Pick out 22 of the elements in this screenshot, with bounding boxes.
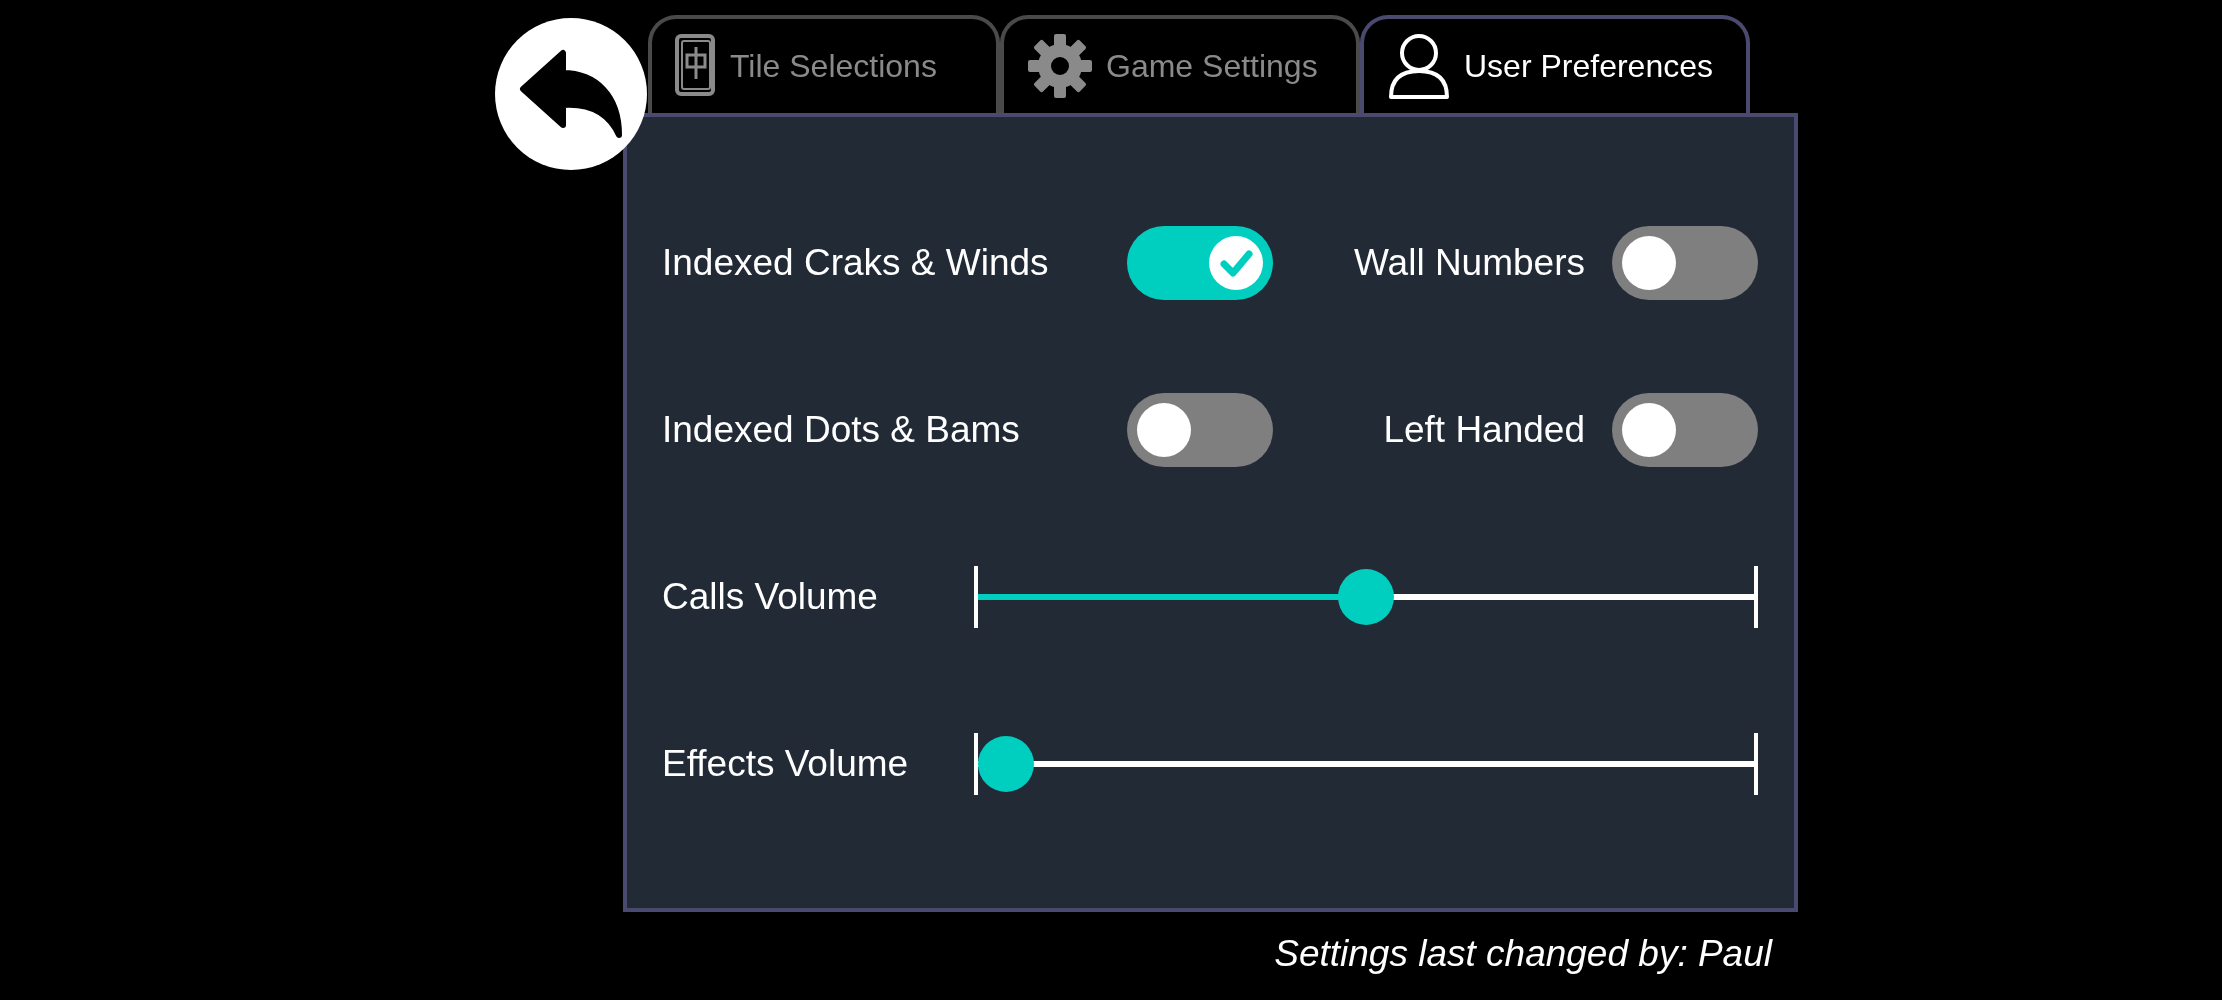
toggle-knob — [1137, 403, 1191, 457]
setting-label: Calls Volume — [662, 575, 879, 620]
toggle-knob — [1622, 403, 1676, 457]
tile-icon — [674, 33, 718, 99]
volume-slider[interactable] — [974, 733, 1758, 795]
setting-label: Wall Numbers — [1354, 241, 1585, 286]
tab[interactable]: Tile Selections — [648, 15, 1000, 113]
toggle-knob — [1622, 236, 1676, 290]
check-icon — [1209, 236, 1263, 290]
setting-label: Left Handed — [1383, 408, 1585, 453]
slider-thumb[interactable] — [978, 736, 1034, 792]
gear-icon — [1026, 32, 1094, 100]
setting-label: Indexed Dots & Bams — [662, 408, 1020, 453]
footer-text: Settings last changed by: Paul — [1274, 932, 1772, 976]
setting-label: Indexed Craks & Winds — [662, 241, 1049, 286]
slider-thumb[interactable] — [1338, 569, 1394, 625]
tab[interactable]: User Preferences — [1360, 15, 1750, 113]
setting-label: Effects Volume — [662, 742, 910, 787]
tab[interactable]: Game Settings — [1000, 15, 1360, 113]
volume-slider[interactable] — [974, 566, 1758, 628]
back-arrow-icon — [519, 49, 623, 139]
user-icon — [1386, 31, 1452, 101]
